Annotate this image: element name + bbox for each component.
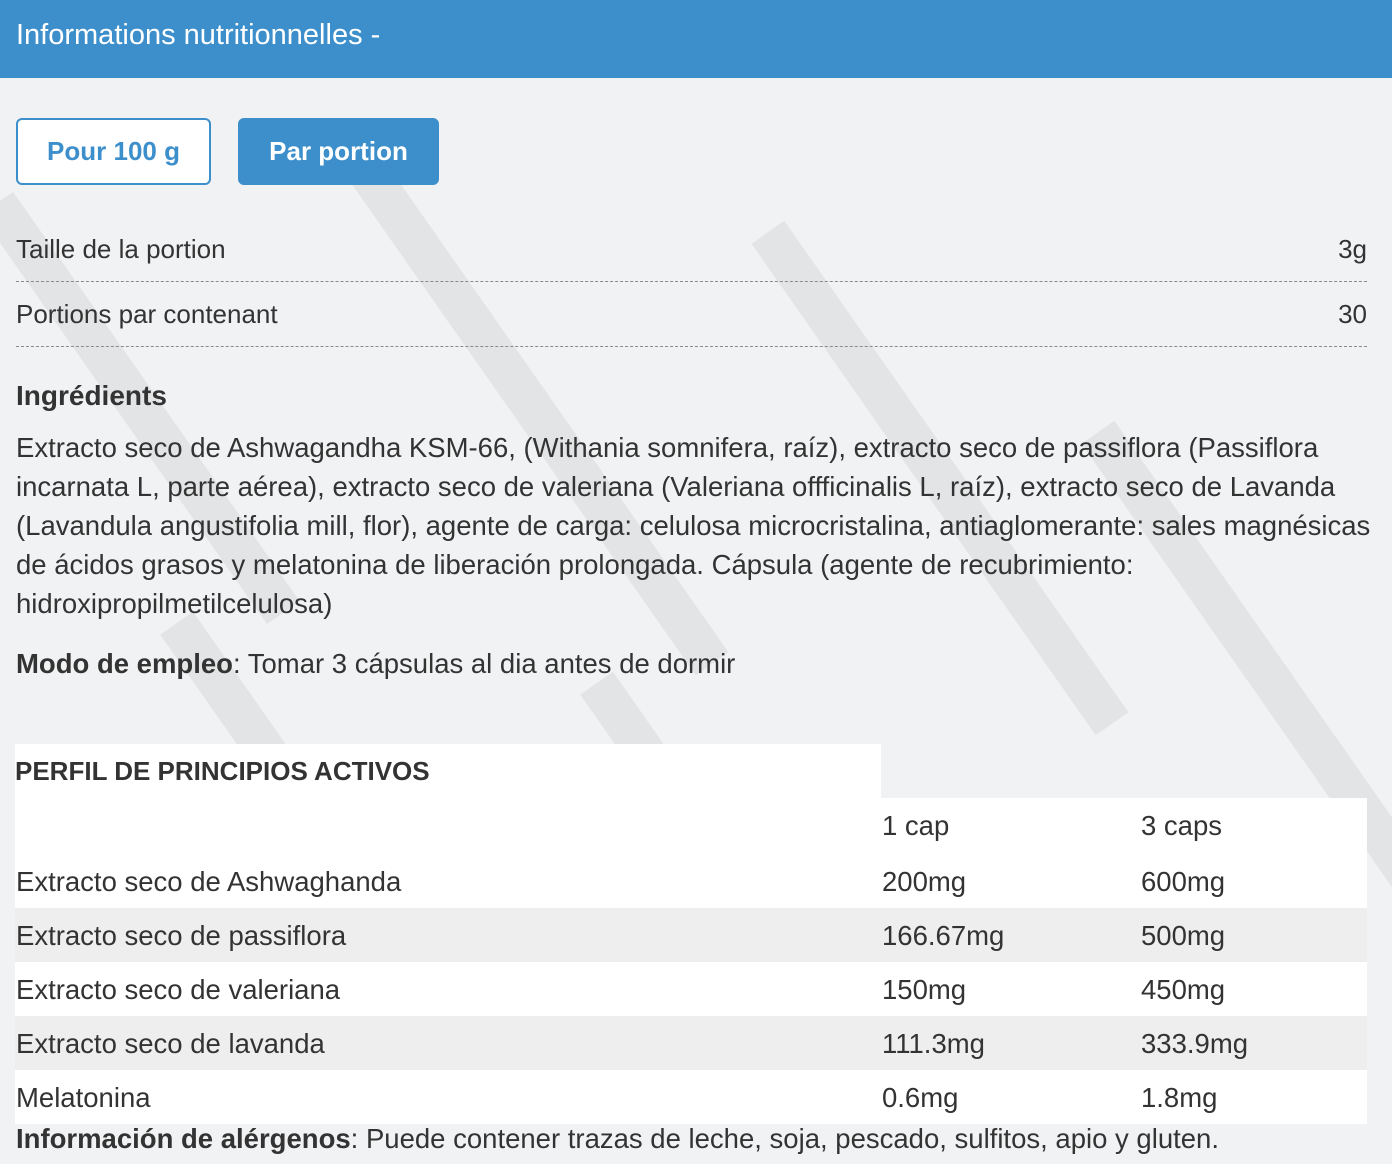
servings-per-container-label: Portions par contenant [16, 299, 278, 329]
ingredients-text: Extracto seco de Ashwagandha KSM-66, (Wi… [16, 432, 1371, 619]
table-row: Extracto seco de Ashwaghanda 200mg 600mg [15, 854, 1367, 908]
servings-per-container-value: 30 [1338, 299, 1367, 329]
row-3-caps-value: 600mg [1141, 866, 1226, 897]
section-title: Informations nutritionnelles - [16, 19, 381, 51]
table-row: Extracto seco de passiflora 166.67mg 500… [15, 908, 1367, 962]
row-1-cap-value: 166.67mg [882, 920, 1005, 951]
serving-size-value: 3g [1338, 234, 1367, 264]
row-1-cap-value: 200mg [882, 866, 967, 897]
row-1-cap-value: 150mg [882, 974, 967, 1005]
row-1-cap-value: 111.3mg [882, 1028, 985, 1059]
serving-size-label: Taille de la portion [16, 234, 226, 264]
table-row: Extracto seco de lavanda 111.3mg 333.9mg [15, 1016, 1367, 1070]
active-ingredients-title: PERFIL DE PRINCIPIOS ACTIVOS [15, 744, 881, 798]
row-3-caps-value: 1.8mg [1141, 1082, 1218, 1113]
column-header-1-cap: 1 cap [882, 810, 950, 841]
usage-text: : Tomar 3 cápsulas al dia antes de dormi… [232, 648, 736, 679]
allergen-label: Información de alérgenos [16, 1123, 351, 1154]
row-name: Melatonina [16, 1082, 151, 1113]
active-ingredients-table: 1 cap 3 caps Extracto seco de Ashwaghand… [15, 798, 1367, 1124]
row-name: Extracto seco de passiflora [16, 920, 347, 951]
table-row: Melatonina 0.6mg 1.8mg [15, 1070, 1367, 1124]
column-header-3-caps: 3 caps [1141, 810, 1223, 841]
usage-instructions: Modo de empleo: Tomar 3 cápsulas al dia … [16, 648, 735, 680]
ingredients-heading: Ingrédients [16, 380, 167, 411]
serving-size-row: Taille de la portion 3g [16, 217, 1367, 282]
row-1-cap-value: 0.6mg [882, 1082, 959, 1113]
tab-per-portion[interactable]: Par portion [238, 118, 439, 185]
usage-label: Modo de empleo [16, 648, 233, 679]
row-name: Extracto seco de valeriana [16, 974, 341, 1005]
servings-per-container-row: Portions par contenant 30 [16, 282, 1367, 347]
table-header-row: 1 cap 3 caps [15, 798, 1367, 854]
row-3-caps-value: 450mg [1141, 974, 1226, 1005]
row-name: Extracto seco de lavanda [16, 1028, 325, 1059]
row-name: Extracto seco de Ashwaghanda [16, 866, 402, 897]
row-3-caps-value: 500mg [1141, 920, 1226, 951]
table-row: Extracto seco de valeriana 150mg 450mg [15, 962, 1367, 1016]
section-header: Informations nutritionnelles - [0, 0, 1392, 78]
row-3-caps-value: 333.9mg [1141, 1028, 1249, 1059]
allergen-information: Información de alérgenos: Puede contener… [16, 1123, 1219, 1155]
tab-per-100g[interactable]: Pour 100 g [16, 118, 211, 185]
allergen-text: : Puede contener trazas de leche, soja, … [350, 1123, 1219, 1154]
